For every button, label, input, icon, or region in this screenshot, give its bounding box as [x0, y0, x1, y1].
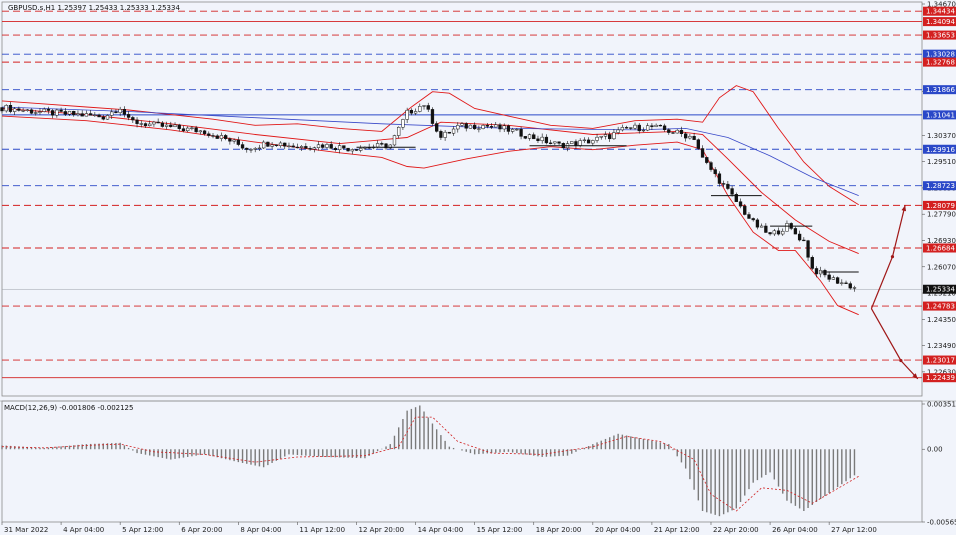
x-tick-label: 14 Apr 04:00 [418, 526, 464, 534]
x-tick-label: 18 Apr 20:00 [536, 526, 582, 534]
macd-y-tick-label: 0.00 [927, 446, 943, 454]
x-tick-label: 26 Apr 04:00 [772, 526, 818, 534]
x-tick-label: 20 Apr 04:00 [595, 526, 641, 534]
x-tick-label: 8 Apr 04:00 [240, 526, 281, 534]
macd-title: MACD(12,26,9) -0.001806 -0.002125 [4, 404, 133, 412]
x-tick-label: 15 Apr 12:00 [477, 526, 523, 534]
macd-y-tick-label: -0.005654 [927, 519, 956, 527]
chart-root: 1.346701.318101.303701.295101.286501.277… [0, 0, 956, 535]
x-tick-label: 6 Apr 20:00 [181, 526, 222, 534]
macd-y-tick-label: 0.003515 [927, 401, 956, 409]
macd-frame [1, 400, 923, 523]
x-tick-label: 21 Apr 12:00 [654, 526, 700, 534]
x-tick-label: 31 Mar 2022 [4, 526, 48, 534]
x-tick-label: 11 Apr 12:00 [299, 526, 345, 534]
x-tick-label: 4 Apr 04:00 [63, 526, 104, 534]
x-tick-label: 22 Apr 20:00 [713, 526, 759, 534]
x-tick-label: 5 Apr 12:00 [122, 526, 163, 534]
x-tick-label: 12 Apr 20:00 [358, 526, 404, 534]
x-tick-label: 27 Apr 12:00 [831, 526, 877, 534]
macd-chart: 0.003515 0.00 -0.005654 MACD(12,26,9) -0.00… [0, 400, 956, 534]
